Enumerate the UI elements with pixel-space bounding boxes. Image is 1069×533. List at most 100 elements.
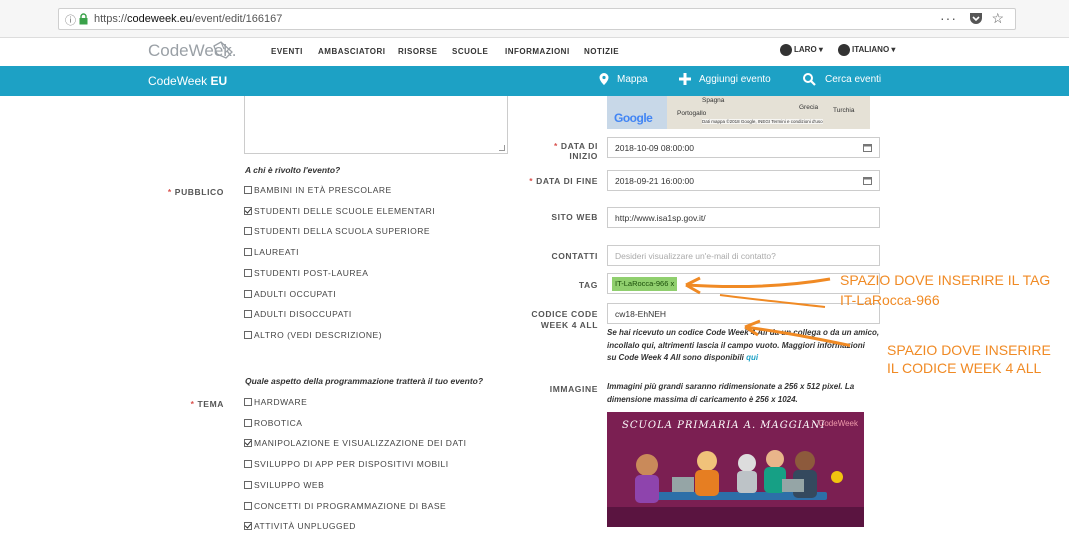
tag-chip[interactable]: IT-LaRocca-966 x xyxy=(612,277,678,291)
page-actions-icon[interactable]: ··· xyxy=(940,10,957,26)
theme-option[interactable]: ROBOTICA xyxy=(244,418,302,428)
end-date-value: 2018-09-21 16:00:00 xyxy=(615,176,694,186)
contacts-placeholder: Desideri visualizzare un'e-mail di conta… xyxy=(615,251,776,261)
public-option[interactable]: STUDENTI DELLA SCUOLA SUPERIORE xyxy=(244,226,430,236)
resize-grip-icon[interactable] xyxy=(499,145,505,151)
checkbox-icon[interactable] xyxy=(244,186,252,194)
teal-brand[interactable]: CodeWeek EU xyxy=(148,74,227,88)
poster-illustration xyxy=(607,450,864,527)
theme-label: * TEMA xyxy=(190,399,224,409)
calendar-icon[interactable] xyxy=(863,143,872,152)
checkbox-icon[interactable] xyxy=(244,501,252,510)
language-name: ITALIANO ▾ xyxy=(852,45,896,55)
map-button[interactable]: Mappa xyxy=(617,74,648,85)
brand-bold: EU xyxy=(210,74,228,88)
code-value: cw18-EhNEH xyxy=(615,309,667,319)
theme-option[interactable]: SVILUPPO DI APP PER DISPOSITIVI MOBILI xyxy=(244,459,449,469)
public-question: A chi è rivolto l'evento? xyxy=(245,165,341,175)
poster-title: SCUOLA PRIMARIA A. MAGGIANI xyxy=(622,420,826,431)
public-option[interactable]: ADULTI OCCUPATI xyxy=(244,289,336,299)
theme-option[interactable]: ATTIVITÀ UNPLUGGED xyxy=(244,521,356,531)
bookmark-star-icon[interactable]: ☆ xyxy=(991,10,1004,27)
theme-option[interactable]: HARDWARE xyxy=(244,397,307,407)
website-input[interactable]: http://www.isa1sp.gov.it/ xyxy=(607,207,880,228)
theme-option[interactable]: SVILUPPO WEB xyxy=(244,480,324,490)
checkbox-icon[interactable] xyxy=(244,310,252,319)
plus-icon xyxy=(679,73,691,85)
checkbox-checked-icon[interactable] xyxy=(244,522,252,531)
checkbox-icon[interactable] xyxy=(244,289,252,298)
location-map[interactable]: Spagna Grecia Turchia Portogallo Google … xyxy=(607,96,870,129)
code-annotation-line1: SPAZIO DOVE INSERIRE xyxy=(887,342,1051,358)
checkbox-icon[interactable] xyxy=(244,460,252,469)
add-event-button[interactable]: Aggiungi evento xyxy=(699,74,771,85)
public-option-label: ADULTI OCCUPATI xyxy=(254,288,337,299)
info-icon[interactable]: ⓘ xyxy=(65,12,76,28)
end-date-input[interactable]: 2018-09-21 16:00:00 xyxy=(607,170,880,191)
nav-scuole[interactable]: SCUOLE xyxy=(452,47,488,56)
nav-risorse[interactable]: RISORSE xyxy=(398,47,438,56)
nav-notizie[interactable]: NOTIZIE xyxy=(584,47,619,56)
language-menu[interactable]: ITALIANO ▾ xyxy=(838,44,895,56)
calendar-icon[interactable] xyxy=(863,176,872,185)
url-domain: codeweek.eu xyxy=(127,13,192,25)
theme-option-label: SVILUPPO WEB xyxy=(254,479,325,490)
public-option-label: LAUREATI xyxy=(254,247,299,258)
public-option-label: STUDENTI POST-LAUREA xyxy=(254,267,369,278)
public-option[interactable]: BAMBINI IN ETÀ PRESCOLARE xyxy=(244,185,392,195)
contacts-input[interactable]: Desideri visualizzare un'e-mail di conta… xyxy=(607,245,880,266)
codeweek-hand-icon xyxy=(213,41,233,59)
start-date-input[interactable]: 2018-10-09 08:00:00 xyxy=(607,137,880,158)
address-bar[interactable]: ⓘ https://codeweek.eu/event/edit/166167 … xyxy=(58,8,1016,30)
user-name: LARO ▾ xyxy=(794,45,823,55)
map-label-portugal: Portogallo xyxy=(677,110,707,117)
poster-logo: CodeWeek xyxy=(818,419,858,428)
pocket-icon[interactable] xyxy=(969,12,983,25)
checkbox-icon[interactable] xyxy=(244,480,252,489)
theme-option-label: MANIPOLAZIONE E VISUALIZZAZIONE DEI DATI xyxy=(254,438,467,449)
theme-option[interactable]: MANIPOLAZIONE E VISUALIZZAZIONE DEI DATI xyxy=(244,438,467,448)
public-label: * PUBBLICO xyxy=(167,187,224,197)
checkbox-icon[interactable] xyxy=(244,398,252,406)
map-label-spain: Spagna xyxy=(702,97,725,104)
lock-icon xyxy=(79,13,88,25)
annotation-arrows xyxy=(685,276,850,348)
image-help: Immagini più grandi saranno ridimensiona… xyxy=(607,382,855,404)
theme-option-label: SVILUPPO DI APP PER DISPOSITIVI MOBILI xyxy=(254,459,449,470)
public-option[interactable]: STUDENTI DELLE SCUOLE ELEMENTARI xyxy=(244,206,435,216)
event-image[interactable]: SCUOLA PRIMARIA A. MAGGIANI CodeWeek xyxy=(607,412,864,527)
public-option[interactable]: ALTRO (VEDI DESCRIZIONE) xyxy=(244,330,382,340)
tag-annotation-line2: IT-LaRocca-966 xyxy=(840,292,940,308)
nav-ambasciatori[interactable]: AMBASCIATORI xyxy=(318,47,385,56)
site-header: CodeWeek. EVENTI AMBASCIATORI RISORSE SC… xyxy=(0,38,1069,66)
checkbox-checked-icon[interactable] xyxy=(244,206,252,215)
url-prefix: https:// xyxy=(94,13,128,25)
code-label: CODICE CODE WEEK 4 ALL xyxy=(531,309,598,330)
public-option-label: ADULTI DISOCCUPATI xyxy=(254,309,352,320)
theme-option-label: ROBOTICA xyxy=(254,417,303,428)
map-credit[interactable]: Dati mappa ©2018 Google, INEGI Termini e… xyxy=(702,119,823,124)
checkbox-icon[interactable] xyxy=(244,418,252,427)
url-path: /event/edit/166167 xyxy=(191,13,283,25)
map-label-greece: Grecia xyxy=(799,104,819,111)
nav-eventi[interactable]: EVENTI xyxy=(271,47,303,56)
public-option[interactable]: STUDENTI POST-LAUREA xyxy=(244,268,368,278)
public-option-label: ALTRO (VEDI DESCRIZIONE) xyxy=(254,329,383,340)
theme-option[interactable]: CONCETTI DI PROGRAMMAZIONE DI BASE xyxy=(244,501,446,511)
nav-informazioni[interactable]: INFORMAZIONI xyxy=(505,47,570,56)
checkbox-icon[interactable] xyxy=(244,330,252,339)
search-events-button[interactable]: Cerca eventi xyxy=(825,74,881,85)
checkbox-icon[interactable] xyxy=(244,268,252,277)
contacts-label: CONTATTI xyxy=(551,251,598,261)
description-textarea[interactable] xyxy=(244,96,508,154)
end-date-label: * DATA DI FINE xyxy=(529,176,598,186)
user-menu[interactable]: LARO ▾ xyxy=(780,44,823,56)
public-option[interactable]: ADULTI DISOCCUPATI xyxy=(244,309,352,319)
checkbox-icon[interactable] xyxy=(244,227,252,236)
map-pin-icon xyxy=(599,73,609,85)
public-option[interactable]: LAUREATI xyxy=(244,247,299,257)
checkbox-icon[interactable] xyxy=(244,248,252,257)
browser-toolbar: ⓘ https://codeweek.eu/event/edit/166167 … xyxy=(0,0,1069,38)
brand-light: CodeWeek xyxy=(148,74,211,88)
checkbox-checked-icon[interactable] xyxy=(244,439,252,448)
